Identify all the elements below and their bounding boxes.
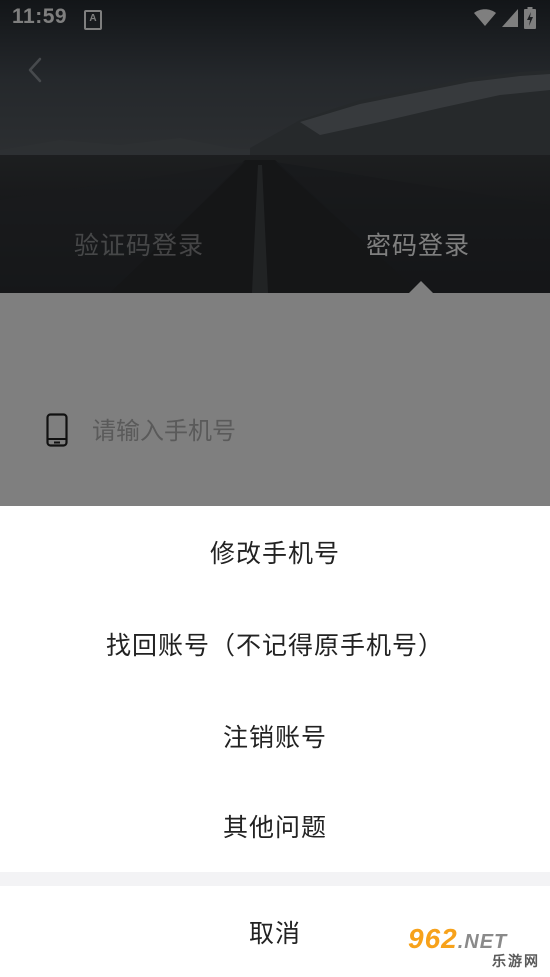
option-change-phone[interactable]: 修改手机号 bbox=[0, 506, 550, 598]
action-sheet: 修改手机号 找回账号（不记得原手机号） 注销账号 其他问题 取消 bbox=[0, 506, 550, 977]
option-recover-account[interactable]: 找回账号（不记得原手机号） bbox=[0, 598, 550, 690]
screen: 11:59 A 验证码登录 密码登录 bbox=[0, 0, 550, 977]
watermark-logo: 962.NET 乐游网 bbox=[408, 923, 544, 973]
watermark-subtitle: 乐游网 bbox=[492, 954, 540, 970]
option-other-issues[interactable]: 其他问题 bbox=[0, 780, 550, 872]
action-sheet-options: 修改手机号 找回账号（不记得原手机号） 注销账号 其他问题 bbox=[0, 506, 550, 872]
option-delete-account[interactable]: 注销账号 bbox=[0, 690, 550, 782]
